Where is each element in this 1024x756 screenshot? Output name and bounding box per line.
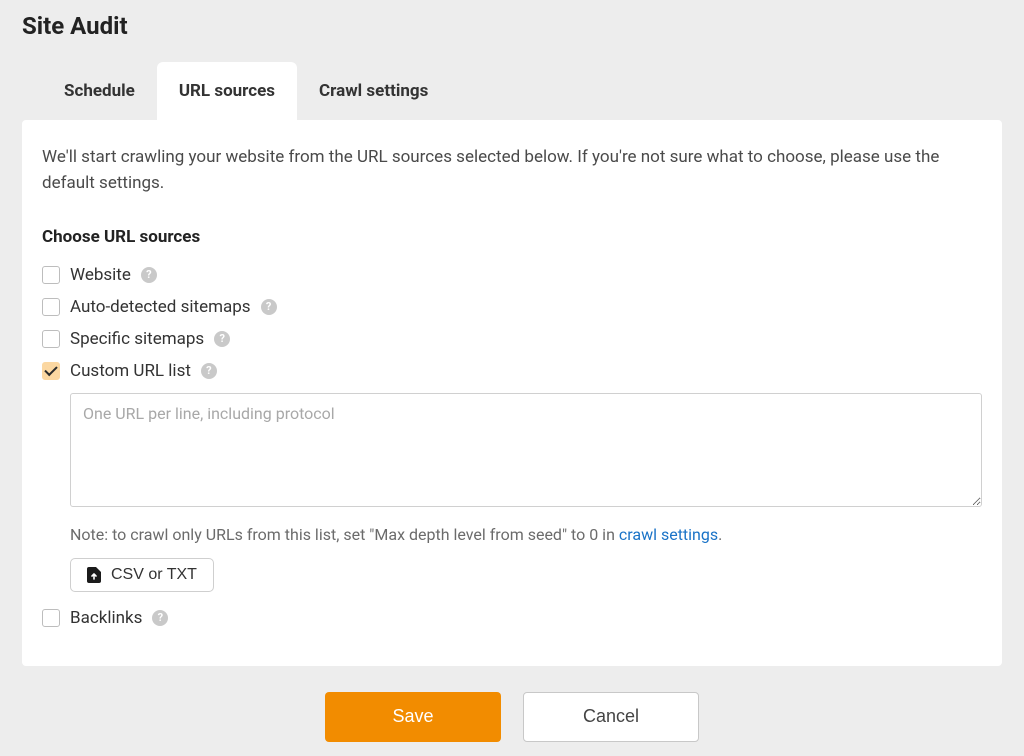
upload-file-button[interactable]: CSV or TXT (70, 558, 214, 592)
save-button[interactable]: Save (325, 692, 501, 742)
tab-schedule[interactable]: Schedule (42, 62, 157, 120)
option-auto-sitemaps: Auto-detected sitemaps ? (42, 297, 982, 317)
footer-actions: Save Cancel (22, 692, 1002, 756)
custom-url-subsection: Note: to crawl only URLs from this list,… (70, 393, 982, 592)
option-specific-sitemaps: Specific sitemaps ? (42, 329, 982, 349)
help-icon[interactable]: ? (141, 267, 157, 283)
label-backlinks: Backlinks (70, 608, 142, 628)
file-upload-icon (87, 567, 101, 583)
checkbox-backlinks[interactable] (42, 609, 60, 627)
checkbox-specific-sitemaps[interactable] (42, 330, 60, 348)
note-prefix: Note: to crawl only URLs from this list,… (70, 525, 619, 544)
label-specific-sitemaps: Specific sitemaps (70, 329, 204, 349)
note-suffix: . (718, 525, 722, 544)
tab-crawl-settings[interactable]: Crawl settings (297, 62, 450, 120)
checkbox-auto-sitemaps[interactable] (42, 298, 60, 316)
checkbox-custom-url-list[interactable] (42, 362, 60, 380)
help-icon[interactable]: ? (152, 610, 168, 626)
label-custom-url-list: Custom URL list (70, 361, 191, 381)
intro-text: We'll start crawling your website from t… (42, 144, 982, 197)
help-icon[interactable]: ? (201, 363, 217, 379)
tab-bar: Schedule URL sources Crawl settings (22, 62, 1002, 120)
page-title: Site Audit (22, 12, 1002, 40)
option-website: Website ? (42, 265, 982, 285)
label-auto-sitemaps: Auto-detected sitemaps (70, 297, 251, 317)
label-website: Website (70, 265, 131, 285)
settings-panel: We'll start crawling your website from t… (22, 120, 1002, 666)
note-text: Note: to crawl only URLs from this list,… (70, 525, 982, 544)
crawl-settings-link[interactable]: crawl settings (619, 525, 718, 544)
help-icon[interactable]: ? (261, 299, 277, 315)
checkbox-website[interactable] (42, 266, 60, 284)
custom-url-textarea[interactable] (70, 393, 982, 507)
option-backlinks: Backlinks ? (42, 608, 982, 628)
help-icon[interactable]: ? (214, 331, 230, 347)
tab-url-sources[interactable]: URL sources (157, 62, 297, 120)
upload-file-label: CSV or TXT (111, 566, 197, 584)
option-custom-url-list: Custom URL list ? (42, 361, 982, 381)
cancel-button[interactable]: Cancel (523, 692, 699, 742)
section-heading: Choose URL sources (42, 227, 982, 247)
